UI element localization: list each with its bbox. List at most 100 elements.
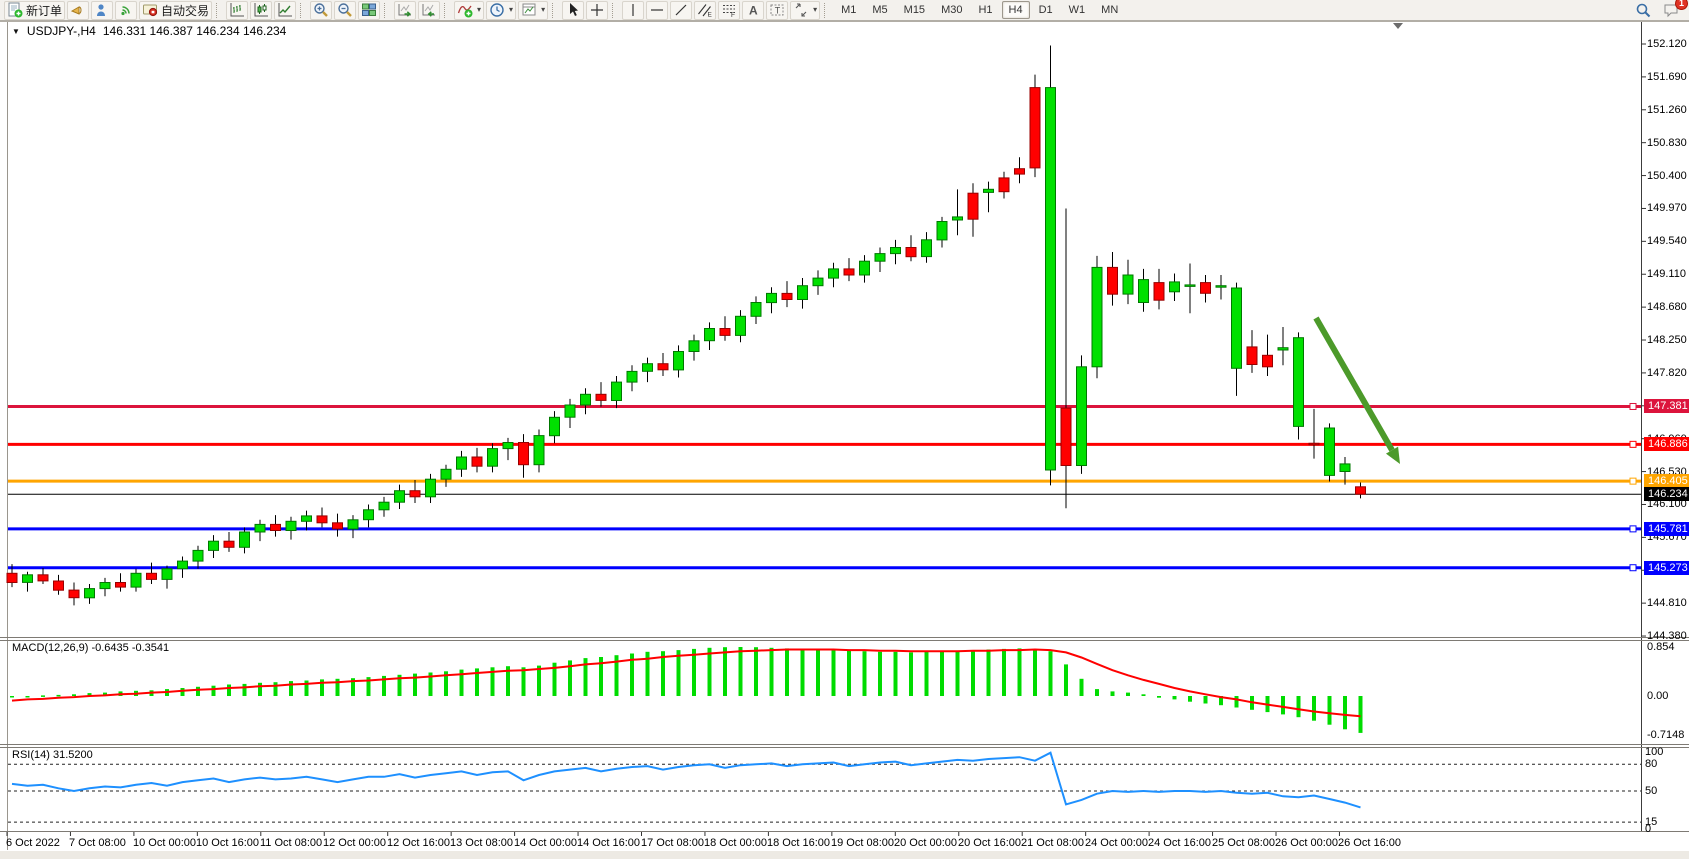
price-line-badge: 146.405 — [1644, 474, 1689, 488]
horizontal-line-button[interactable] — [646, 1, 668, 20]
toolbar-separator — [216, 3, 222, 18]
timeframe-m5-button[interactable]: M5 — [865, 1, 894, 19]
metaeditor-button[interactable] — [67, 1, 89, 20]
time-tick-label: 25 Oct 08:00 — [1212, 837, 1275, 849]
timeframe-h1-button[interactable]: H1 — [971, 1, 999, 19]
time-tick-label: 26 Oct 00:00 — [1275, 837, 1338, 849]
timeframe-d1-button[interactable]: D1 — [1032, 1, 1060, 19]
fibonacci-button[interactable]: F — [718, 1, 740, 20]
notifications-button[interactable]: 1 — [1660, 1, 1682, 20]
cursor-button[interactable] — [562, 1, 584, 20]
auto-scroll-icon — [397, 2, 413, 18]
svg-text:E: E — [708, 12, 713, 19]
autotrading-button[interactable]: 自动交易 — [139, 1, 212, 20]
trendline-icon — [673, 2, 689, 18]
notification-badge: 1 — [1675, 0, 1688, 10]
price-line-badge: 145.781 — [1644, 522, 1689, 536]
trendline-button[interactable] — [670, 1, 692, 20]
crosshair-icon — [589, 2, 605, 18]
line-chart-button[interactable] — [274, 1, 296, 20]
horn-icon — [70, 2, 86, 18]
toolbar-separator — [824, 3, 830, 18]
price-tick-label: 144.810 — [1647, 597, 1687, 609]
price-tick-label: 150.400 — [1647, 170, 1687, 182]
price-line-badge: 146.886 — [1644, 437, 1689, 451]
time-tick-label: 21 Oct 08:00 — [1021, 837, 1084, 849]
time-tick-label: 20 Oct 00:00 — [894, 837, 957, 849]
zoom-out-button[interactable] — [334, 1, 356, 20]
toolbar-separator — [444, 3, 450, 18]
time-tick-label: 12 Oct 00:00 — [323, 837, 386, 849]
chart-area[interactable] — [0, 0, 1689, 859]
timeframe-m1-button[interactable]: M1 — [834, 1, 863, 19]
chart-shift-button[interactable] — [418, 1, 440, 20]
tile-icon — [361, 2, 377, 18]
rsi-tick-label: 80 — [1645, 758, 1657, 770]
chart-title: ▼ USDJPY-,H4 146.331 146.387 146.234 146… — [12, 24, 286, 38]
chart-symbol-period: USDJPY-,H4 — [27, 24, 96, 38]
time-tick-label: 19 Oct 08:00 — [831, 837, 894, 849]
chevron-down-icon[interactable]: ▾ — [541, 6, 545, 14]
rsi-indicator-label: RSI(14) 31.5200 — [12, 749, 93, 761]
rsi-panel[interactable] — [8, 753, 1641, 822]
price-tick-label: 151.260 — [1647, 104, 1687, 116]
chevron-down-icon[interactable]: ▾ — [813, 6, 817, 14]
price-lines-layer[interactable] — [8, 403, 1641, 570]
periods-button[interactable]: ▾ — [486, 1, 516, 20]
time-axis-ticks — [7, 832, 1339, 836]
price-tick-label: 151.690 — [1647, 71, 1687, 83]
candlestick-chart-button[interactable] — [250, 1, 272, 20]
timeframe-m30-button[interactable]: M30 — [934, 1, 969, 19]
macd-tick-label: 0.00 — [1647, 690, 1668, 702]
search-button[interactable] — [1632, 1, 1654, 20]
price-tick-label: 149.110 — [1647, 268, 1686, 280]
cursor-icon — [565, 2, 581, 18]
equidistant-channel-button[interactable]: E — [694, 1, 716, 20]
candles-layer[interactable] — [7, 46, 1366, 606]
time-tick-label: 26 Oct 16:00 — [1338, 837, 1401, 849]
macd-panel[interactable] — [10, 647, 1363, 733]
text-label-button[interactable]: T — [766, 1, 788, 20]
indicators-button[interactable]: ▾ — [454, 1, 484, 20]
tile-windows-button[interactable] — [358, 1, 380, 20]
clock-icon — [489, 2, 505, 18]
templates-button[interactable]: ▾ — [518, 1, 548, 20]
new-order-button[interactable]: 新订单 — [4, 1, 65, 20]
crosshair-button[interactable] — [586, 1, 608, 20]
zoom-out-icon — [337, 2, 353, 18]
svg-text:T: T — [775, 6, 781, 16]
time-tick-label: 11 Oct 08:00 — [260, 837, 322, 849]
toolbar-separator — [384, 3, 390, 18]
time-tick-label: 24 Oct 16:00 — [1148, 837, 1211, 849]
timeframe-h4-button[interactable]: H4 — [1002, 1, 1030, 19]
zoom-in-button[interactable] — [310, 1, 332, 20]
text-button[interactable]: A — [742, 1, 764, 20]
rsi-tick-label: 50 — [1645, 785, 1657, 797]
time-tick-label: 18 Oct 00:00 — [704, 837, 767, 849]
fibo-icon: F — [721, 2, 737, 18]
channel-icon: E — [697, 2, 713, 18]
bar-chart-button[interactable] — [226, 1, 248, 20]
timeframe-m15-button[interactable]: M15 — [897, 1, 932, 19]
chevron-down-icon[interactable]: ▾ — [509, 6, 513, 14]
price-line-badge: 145.273 — [1644, 561, 1689, 575]
time-tick-label: 10 Oct 00:00 — [133, 837, 196, 849]
chevron-down-icon[interactable]: ▾ — [477, 6, 481, 14]
chart-shift-marker[interactable] — [1393, 23, 1403, 29]
price-tick-label: 147.820 — [1647, 367, 1687, 379]
signals-button[interactable] — [115, 1, 137, 20]
price-tick-label: 148.680 — [1647, 301, 1687, 313]
vline-icon — [625, 2, 641, 18]
timeframe-mn-button[interactable]: MN — [1094, 1, 1125, 19]
templates-icon — [521, 2, 537, 18]
time-tick-label: 20 Oct 16:00 — [958, 837, 1021, 849]
auto-scroll-button[interactable] — [394, 1, 416, 20]
hline-icon — [649, 2, 665, 18]
market-button[interactable] — [91, 1, 113, 20]
chevron-down-icon[interactable]: ▼ — [12, 27, 20, 36]
timeframe-w1-button[interactable]: W1 — [1062, 1, 1093, 19]
rsi-tick-label: 100 — [1645, 746, 1663, 758]
vertical-line-button[interactable] — [622, 1, 644, 20]
arrows-button[interactable]: ▾ — [790, 1, 820, 20]
time-tick-label: 14 Oct 00:00 — [514, 837, 577, 849]
